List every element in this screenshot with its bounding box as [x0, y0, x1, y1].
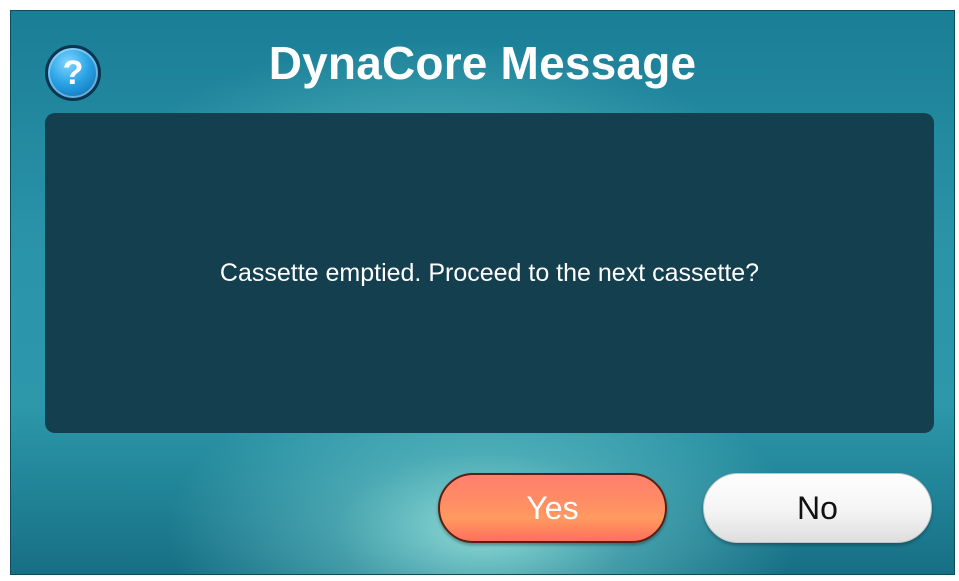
yes-button[interactable]: Yes — [438, 473, 667, 543]
message-dialog: ? DynaCore Message Cassette emptied. Pro… — [10, 10, 955, 575]
message-panel: Cassette emptied. Proceed to the next ca… — [45, 113, 934, 433]
no-button[interactable]: No — [703, 473, 932, 543]
dialog-title: DynaCore Message — [268, 37, 697, 89]
message-text: Cassette emptied. Proceed to the next ca… — [219, 259, 760, 287]
